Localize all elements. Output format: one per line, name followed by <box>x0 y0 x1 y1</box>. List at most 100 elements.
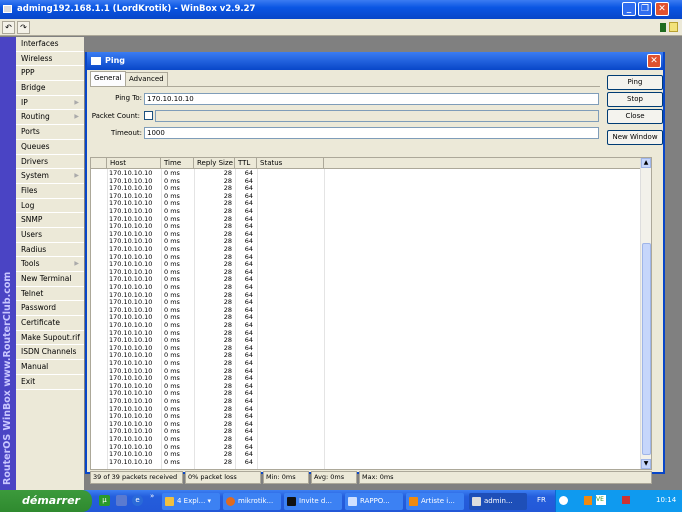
column-header-reply-size[interactable]: Reply Size <box>194 158 235 169</box>
minimize-button[interactable]: _ <box>622 2 636 16</box>
connection-status-icon <box>660 23 666 32</box>
packet-count-label: Packet Count: <box>91 112 140 120</box>
app-titlebar: adming192.168.1.1 (LordKrotik) - WinBox … <box>0 0 682 19</box>
status-bar: 39 of 39 packets received 0% packet loss… <box>90 471 652 484</box>
submenu-arrow-icon: ▶ <box>74 260 79 268</box>
column-header-ttl[interactable]: TTL <box>235 158 257 169</box>
vlc-icon <box>409 497 418 506</box>
task-explorer[interactable]: 4 Expl... ▾ <box>162 493 220 510</box>
sidebar-item-tools[interactable]: Tools ▶ <box>16 257 84 272</box>
table-row[interactable]: 170.10.10.10 0 ms 28 64 <box>91 457 331 467</box>
sidebar-item-queues[interactable]: Queues <box>16 140 84 155</box>
network-disconnected-icon[interactable] <box>622 496 630 504</box>
internet-explorer-icon[interactable]: e <box>132 495 143 506</box>
utorrent-icon[interactable]: µ <box>99 495 110 506</box>
cmd-icon <box>287 497 296 506</box>
sidebar-item-log[interactable]: Log <box>16 199 84 214</box>
sidebar-item-label: Exit <box>21 376 36 386</box>
sidebar-item-files[interactable]: Files <box>16 184 84 199</box>
task-firefox[interactable]: mikrotik... <box>223 493 281 510</box>
sidebar-item-make-supout-rif[interactable]: Make Supout.rif <box>16 331 84 346</box>
status-loss: 0% packet loss <box>185 471 261 484</box>
sidebar-item-new-terminal[interactable]: New Terminal <box>16 272 84 287</box>
tray-collapse-icon[interactable] <box>559 496 568 505</box>
timeout-input[interactable]: 1000 <box>144 127 599 139</box>
quicklaunch-more-icon[interactable]: » <box>150 492 154 500</box>
sidebar-item-ppp[interactable]: PPP <box>16 66 84 82</box>
sidebar-item-label: SNMP <box>21 215 43 225</box>
scrollbar-thumb[interactable] <box>642 243 651 455</box>
close-dialog-button[interactable]: Close <box>607 109 663 124</box>
undo-icon[interactable]: ↶ <box>2 21 15 34</box>
column-header-status[interactable]: Status <box>257 158 324 169</box>
sidebar-item-routing[interactable]: Routing ▶ <box>16 110 84 126</box>
sidebar-item-isdn-channels[interactable]: ISDN Channels <box>16 345 84 361</box>
sidebar-item-label: Routing <box>21 112 50 122</box>
scroll-up-icon[interactable]: ▲ <box>641 158 651 168</box>
sidebar-item-manual[interactable]: Manual <box>16 360 84 375</box>
clock[interactable]: 10:14 <box>656 496 676 504</box>
winbox-icon <box>472 497 481 506</box>
ping-button[interactable]: Ping <box>607 75 663 90</box>
cell-size: 28 <box>223 457 232 466</box>
new-window-button[interactable]: New Window <box>607 130 663 145</box>
ping-title: Ping <box>105 56 126 65</box>
sidebar-item-ip[interactable]: IP ▶ <box>16 96 84 111</box>
stop-button[interactable]: Stop <box>607 92 663 107</box>
sidebar-item-interfaces[interactable]: Interfaces <box>16 37 84 52</box>
sidebar-item-password[interactable]: Password <box>16 301 84 317</box>
status-max: Max: 0ms <box>359 471 652 484</box>
sidebar-item-label: System <box>21 171 49 181</box>
sidebar-item-system[interactable]: System ▶ <box>16 169 84 184</box>
column-header-time[interactable]: Time <box>161 158 194 169</box>
sidebar-item-drivers[interactable]: Drivers <box>16 155 84 170</box>
sidebar-item-users[interactable]: Users <box>16 228 84 243</box>
tab-general[interactable]: General <box>90 71 126 86</box>
column-header-host[interactable]: Host <box>107 158 161 169</box>
sidebar-item-certificate[interactable]: Certificate <box>16 316 84 331</box>
start-button[interactable]: démarrer <box>0 490 92 512</box>
ping-close-button[interactable]: ✕ <box>647 54 661 68</box>
close-button[interactable]: ✕ <box>655 2 669 16</box>
sidebar-item-label: Certificate <box>21 318 60 328</box>
sidebar-item-ports[interactable]: Ports <box>16 125 84 140</box>
status-received: 39 of 39 packets received <box>90 471 183 484</box>
cell-host: 170.10.10.10 <box>109 457 153 466</box>
sidebar-item-telnet[interactable]: Telnet <box>16 287 84 302</box>
vlc-tray-icon[interactable] <box>584 496 592 505</box>
task-vlc[interactable]: Artiste i... <box>406 493 464 510</box>
task-word[interactable]: RAPPO... <box>345 493 403 510</box>
ve-tray-icon[interactable]: VE <box>596 495 606 505</box>
sidebar-item-bridge[interactable]: Bridge <box>16 81 84 96</box>
sidebar-menu: Interfaces Wireless PPP Bridge IP ▶ Routing ▶ Po… <box>16 37 84 490</box>
desktop-icon[interactable] <box>116 495 127 506</box>
packet-count-input[interactable] <box>155 110 599 122</box>
column-header-filler <box>324 158 642 169</box>
submenu-arrow-icon: ▶ <box>74 113 79 121</box>
column-header-blank <box>91 158 107 169</box>
sidebar-item-label: Files <box>21 185 38 195</box>
window-title: adming192.168.1.1 (LordKrotik) - WinBox … <box>17 4 256 14</box>
packet-count-checkbox[interactable] <box>144 111 153 120</box>
redo-icon[interactable]: ↷ <box>17 21 30 34</box>
language-indicator[interactable]: FR <box>537 496 546 504</box>
sidebar-item-radius[interactable]: Radius <box>16 243 84 258</box>
sidebar-item-label: Log <box>21 200 35 210</box>
sidebar-item-label: Manual <box>21 362 49 372</box>
submenu-arrow-icon: ▶ <box>74 98 79 106</box>
ping-to-input[interactable]: 170.10.10.10 <box>144 93 599 105</box>
scroll-down-icon[interactable]: ▼ <box>641 459 651 469</box>
sidebar-item-wireless[interactable]: Wireless <box>16 52 84 67</box>
sidebar-item-snmp[interactable]: SNMP <box>16 213 84 228</box>
timeout-label: Timeout: <box>111 129 142 137</box>
restore-button[interactable]: ❐ <box>638 2 652 16</box>
lock-icon <box>669 22 678 32</box>
tab-advanced[interactable]: Advanced <box>125 72 168 86</box>
sidebar-item-label: Interfaces <box>21 39 59 48</box>
task-winbox[interactable]: admin... <box>469 493 527 510</box>
ping-to-label: Ping To: <box>115 94 142 102</box>
status-avg: Avg: 0ms <box>311 471 357 484</box>
vertical-scrollbar[interactable]: ▲ ▼ <box>640 158 651 469</box>
task-cmd[interactable]: Invite d... <box>284 493 342 510</box>
sidebar-item-exit[interactable]: Exit <box>16 375 84 390</box>
